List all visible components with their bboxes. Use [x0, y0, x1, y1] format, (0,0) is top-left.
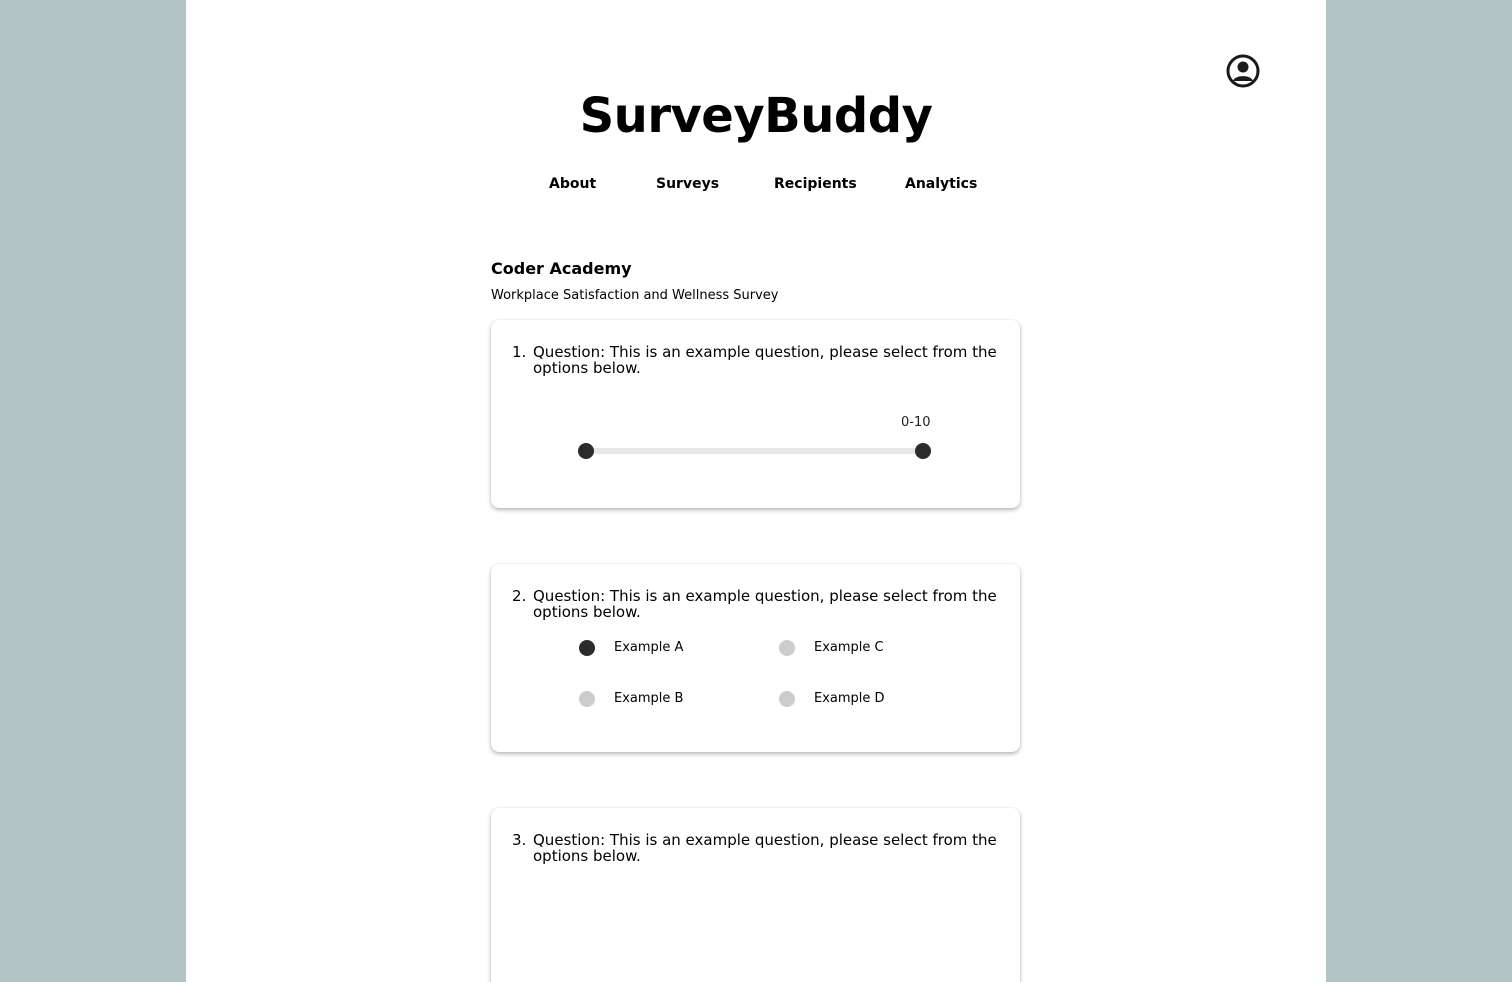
survey-title: Workplace Satisfaction and Wellness Surv…	[491, 288, 779, 303]
question-card-1: 1. Question: This is an example question…	[491, 320, 1020, 508]
nav-about[interactable]: About	[549, 176, 596, 192]
option-label: Example B	[614, 691, 684, 706]
question-card-2: 2. Question: This is an example question…	[491, 564, 1020, 752]
question-text: Question: This is an example question, p…	[533, 343, 997, 377]
question-number: 1.	[512, 343, 527, 361]
range-slider-min-handle[interactable]	[578, 443, 594, 459]
range-slider-max-handle[interactable]	[915, 443, 931, 459]
nav-recipients[interactable]: Recipients	[774, 176, 857, 192]
nav-surveys[interactable]: Surveys	[656, 176, 719, 192]
radio-button[interactable]	[779, 640, 795, 656]
range-label: 0-10	[901, 415, 931, 430]
brand-title: SurveyBuddy	[579, 88, 933, 144]
option-label: Example A	[614, 640, 684, 655]
option-label: Example D	[814, 691, 885, 706]
question-number: 2.	[512, 587, 527, 605]
range-slider-track[interactable]	[586, 448, 924, 454]
organization-name: Coder Academy	[491, 259, 632, 278]
question-text: Question: This is an example question, p…	[533, 587, 997, 621]
radio-button-selected[interactable]	[579, 640, 595, 656]
page-container: SurveyBuddy About Surveys Recipients Ana…	[186, 0, 1326, 982]
user-circle-icon[interactable]	[1226, 54, 1260, 88]
main-nav: About Surveys Recipients Analytics	[186, 176, 1326, 196]
question-text: Question: This is an example question, p…	[533, 831, 997, 865]
question-card-3: 3. Question: This is an example question…	[491, 808, 1020, 982]
question-number: 3.	[512, 831, 527, 849]
radio-button[interactable]	[779, 691, 795, 707]
radio-button[interactable]	[579, 691, 595, 707]
nav-analytics[interactable]: Analytics	[905, 176, 977, 192]
option-label: Example C	[814, 640, 884, 655]
